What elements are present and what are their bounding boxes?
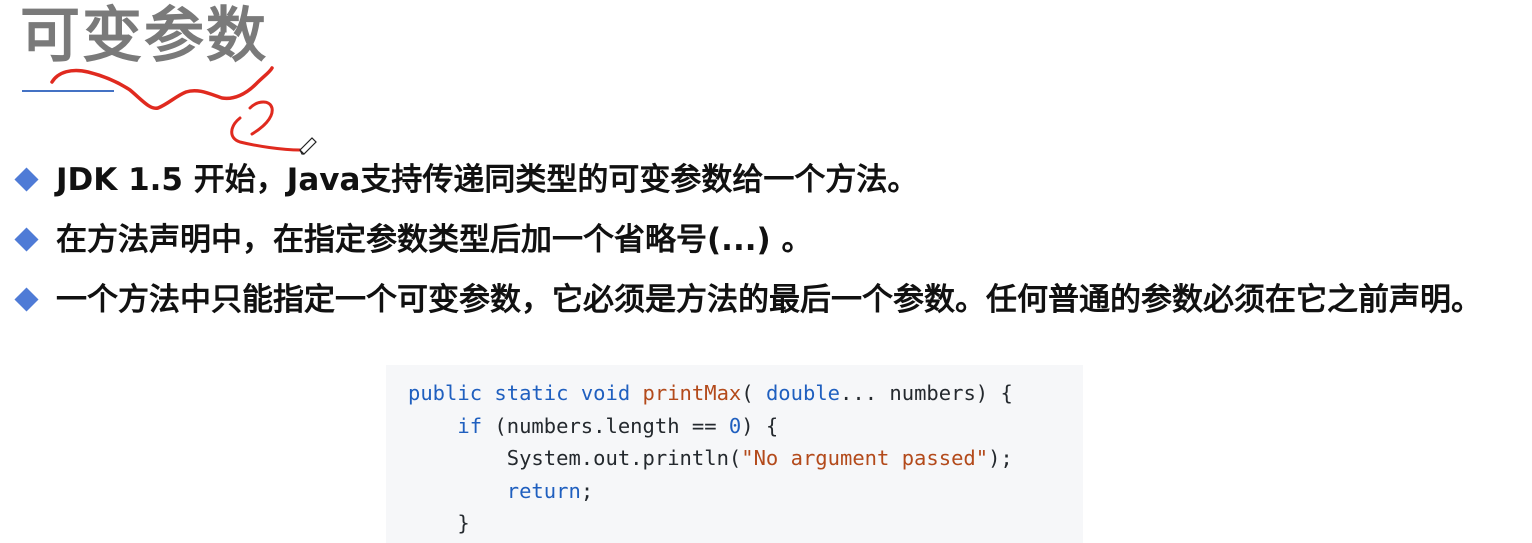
bullet-text: 一个方法中只能指定一个可变参数，它必须是方法的最后一个参数。任何普通的参数必须在… bbox=[56, 282, 1482, 318]
code-keyword: return bbox=[506, 478, 581, 503]
code-text: ) { bbox=[741, 413, 779, 438]
bullet-item: JDK 1.5 开始，Java支持传递同类型的可变参数给一个方法。 bbox=[14, 150, 1532, 210]
bullet-item: 一个方法中只能指定一个可变参数，它必须是方法的最后一个参数。任何普通的参数必须在… bbox=[14, 270, 1532, 330]
code-text: ); bbox=[988, 446, 1013, 470]
code-line: public static void printMax( double... n… bbox=[408, 381, 1013, 405]
slide-title: 可变参数 bbox=[20, 1, 268, 71]
diamond-bullet-icon bbox=[14, 167, 39, 192]
code-punct: ( bbox=[741, 381, 754, 405]
red-squiggle-stroke bbox=[50, 66, 274, 110]
code-text: } bbox=[457, 511, 470, 535]
code-line: System.out.println("No argument passed")… bbox=[408, 446, 1013, 470]
code-keyword: if bbox=[457, 413, 483, 438]
code-text: ; bbox=[580, 478, 594, 503]
code-keyword: public bbox=[408, 381, 483, 405]
code-text: System.out.println( bbox=[506, 446, 742, 470]
bullet-text: 在方法声明中，在指定参数类型后加一个省略号(...) 。 bbox=[56, 222, 813, 258]
code-block: public static void printMax( double... n… bbox=[386, 365, 1083, 543]
code-keyword: double bbox=[765, 381, 841, 405]
red-number-two-stroke bbox=[230, 100, 302, 152]
bullet-list: JDK 1.5 开始，Java支持传递同类型的可变参数给一个方法。 在方法声明中… bbox=[14, 150, 1532, 330]
code-string: "No argument passed" bbox=[741, 446, 989, 470]
diamond-bullet-icon bbox=[14, 227, 39, 252]
code-line: if (numbers.length == 0) { bbox=[408, 414, 778, 438]
code-keyword: static bbox=[494, 381, 569, 405]
code-function-name: printMax bbox=[642, 381, 742, 405]
code-text: ... numbers) { bbox=[840, 381, 1013, 405]
diamond-bullet-icon bbox=[14, 287, 39, 312]
code-line: return; bbox=[408, 479, 593, 503]
bullet-text: JDK 1.5 开始，Java支持传递同类型的可变参数给一个方法。 bbox=[56, 162, 919, 198]
code-text: (numbers.length == bbox=[482, 413, 729, 438]
code-number: 0 bbox=[728, 413, 742, 438]
title-underline bbox=[22, 90, 114, 92]
code-line: } bbox=[408, 511, 470, 535]
code-keyword: void bbox=[580, 381, 631, 405]
bullet-item: 在方法声明中，在指定参数类型后加一个省略号(...) 。 bbox=[14, 210, 1532, 270]
